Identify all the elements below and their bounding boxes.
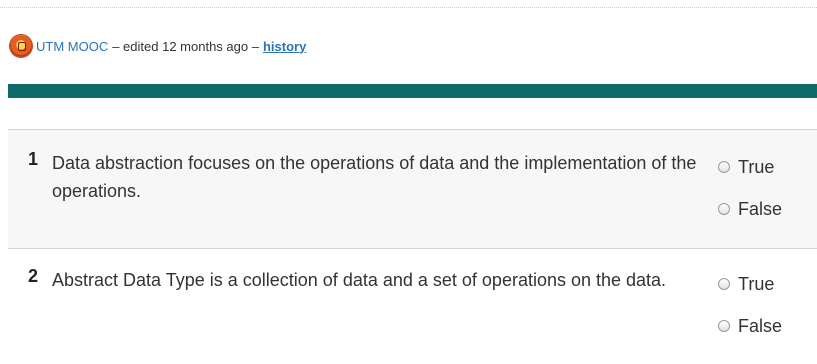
- radio-button[interactable]: [718, 203, 730, 215]
- option-false[interactable]: False: [718, 197, 782, 221]
- byline: UTM MOOC – edited 12 months ago – histor…: [10, 34, 306, 58]
- question-text: Data abstraction focuses on the operatio…: [52, 153, 697, 201]
- option-false[interactable]: False: [718, 314, 782, 338]
- author-link[interactable]: UTM MOOC: [36, 39, 108, 54]
- question-row: 2 Abstract Data Type is a collection of …: [8, 248, 817, 358]
- header-bar: [8, 84, 817, 98]
- top-divider: [0, 7, 817, 8]
- avatar[interactable]: [10, 35, 32, 57]
- option-label: True: [738, 273, 775, 294]
- option-label: False: [738, 315, 783, 336]
- answer-options: True False: [702, 149, 782, 221]
- edited-text: – edited 12 months ago –: [112, 38, 259, 54]
- question-text: Abstract Data Type is a collection of da…: [52, 270, 667, 290]
- option-true[interactable]: True: [718, 155, 782, 179]
- radio-button[interactable]: [718, 320, 730, 332]
- radio-button[interactable]: [718, 161, 730, 173]
- question-list: 1 Data abstraction focuses on the operat…: [8, 129, 817, 358]
- option-label: False: [738, 198, 783, 219]
- radio-button[interactable]: [718, 278, 730, 290]
- answer-options: True False: [702, 266, 782, 338]
- history-link[interactable]: history: [263, 39, 306, 54]
- option-true[interactable]: True: [718, 272, 782, 296]
- option-label: True: [738, 156, 775, 177]
- question-row: 1 Data abstraction focuses on the operat…: [8, 129, 817, 248]
- question-number: 2: [28, 266, 39, 286]
- question-number: 1: [28, 149, 39, 169]
